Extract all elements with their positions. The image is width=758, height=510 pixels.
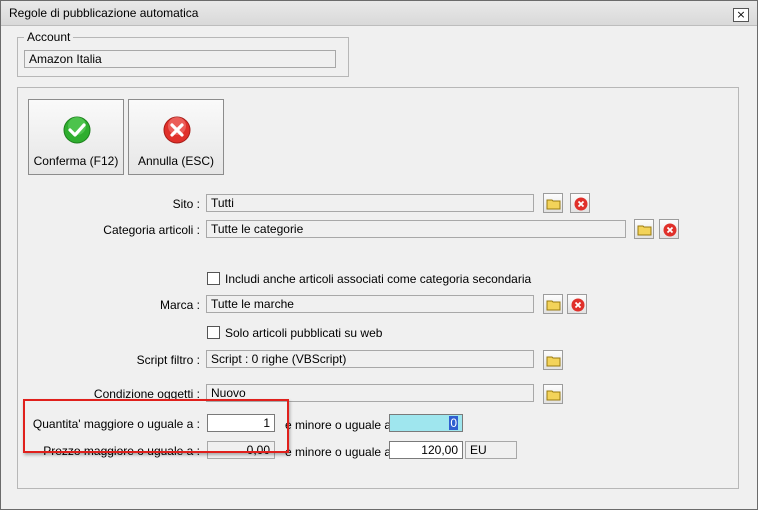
dialog-window: Regole di pubblicazione automatica × Acc…	[0, 0, 758, 510]
condizione-browse-button[interactable]	[543, 384, 563, 404]
account-group: Account Amazon Italia	[17, 30, 349, 77]
sito-browse-button[interactable]	[543, 193, 563, 213]
account-legend: Account	[24, 30, 74, 44]
clear-icon	[571, 298, 585, 312]
clear-icon	[574, 197, 588, 211]
highlight-annotation	[23, 399, 289, 453]
categoria-field[interactable]: Tutte le categorie	[206, 220, 626, 238]
folder-icon	[546, 199, 561, 210]
script-browse-button[interactable]	[543, 350, 563, 370]
marca-browse-button[interactable]	[543, 294, 563, 314]
account-field: Amazon Italia	[24, 50, 336, 68]
confirm-label: Conferma (F12)	[33, 154, 119, 168]
cancel-icon	[163, 116, 191, 144]
folder-icon	[546, 300, 561, 311]
marca-field[interactable]: Tutte le marche	[206, 295, 534, 313]
confirm-button[interactable]: Conferma (F12)	[28, 99, 124, 175]
script-label: Script filtro :	[136, 353, 200, 367]
includi-label: Includi anche articoli associati come ca…	[225, 272, 532, 286]
check-icon	[63, 116, 91, 144]
clear-icon	[663, 223, 677, 237]
close-button[interactable]: ×	[733, 8, 749, 22]
script-field[interactable]: Script : 0 righe (VBScript)	[206, 350, 534, 368]
folder-icon	[546, 356, 561, 367]
categoria-browse-button[interactable]	[634, 219, 654, 239]
quantita-max-label: e minore o uguale a	[285, 418, 392, 432]
sito-field[interactable]: Tutti	[206, 194, 534, 212]
folder-icon	[637, 225, 652, 236]
marca-clear-button[interactable]	[567, 294, 587, 314]
categoria-clear-button[interactable]	[659, 219, 679, 239]
window-title: Regole di pubblicazione automatica	[9, 6, 199, 20]
solo-web-checkbox[interactable]	[207, 326, 220, 339]
prezzo-max-input[interactable]: 120,00	[389, 441, 463, 459]
currency-field: EU	[465, 441, 517, 459]
categoria-label: Categoria articoli :	[103, 223, 200, 237]
marca-label: Marca :	[159, 298, 200, 312]
prezzo-max-label: e minore o uguale a	[285, 445, 392, 459]
solo-web-label: Solo articoli pubblicati su web	[225, 326, 383, 340]
sito-label: Sito :	[172, 197, 200, 211]
folder-icon	[546, 390, 561, 401]
title-bar: Regole di pubblicazione automatica ×	[1, 1, 757, 26]
cancel-label: Annulla (ESC)	[137, 154, 215, 168]
quantita-max-value: 0	[449, 416, 458, 430]
cancel-button[interactable]: Annulla (ESC)	[128, 99, 224, 175]
sito-clear-button[interactable]	[570, 193, 590, 213]
quantita-max-input[interactable]: 0	[389, 414, 463, 432]
includi-checkbox[interactable]	[207, 272, 220, 285]
